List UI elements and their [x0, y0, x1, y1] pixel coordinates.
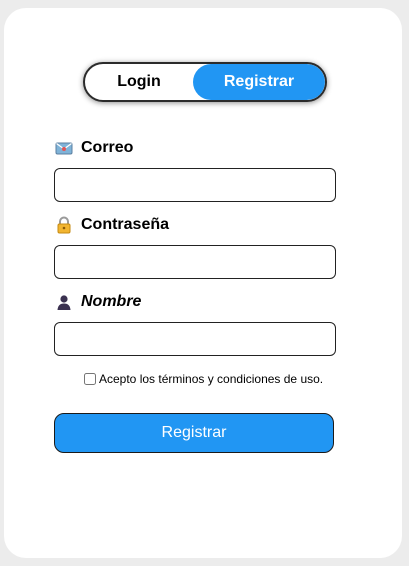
terms-label: Acepto los términos y condiciones de uso…: [99, 372, 324, 386]
register-button[interactable]: Registrar: [54, 413, 334, 453]
user-icon: [55, 293, 73, 311]
envelope-icon: [55, 139, 73, 157]
tab-login[interactable]: Login: [85, 64, 193, 100]
terms-row: Acepto los términos y condiciones de uso…: [84, 372, 323, 386]
name-field[interactable]: [54, 322, 336, 356]
tab-register[interactable]: Registrar: [193, 64, 325, 100]
terms-checkbox[interactable]: [84, 373, 96, 385]
email-field[interactable]: [54, 168, 336, 202]
password-field[interactable]: [54, 245, 336, 279]
password-label-row: Contraseña: [55, 216, 169, 234]
email-label-row: Correo: [55, 139, 133, 157]
password-label: Contraseña: [81, 216, 170, 233]
register-card: Login Registrar Correo Contraseña Nombre…: [4, 8, 402, 558]
name-label: Nombre: [81, 293, 142, 310]
lock-icon: [55, 216, 73, 234]
email-label: Correo: [81, 139, 134, 156]
name-label-row: Nombre: [55, 293, 141, 311]
auth-toggle: Login Registrar: [83, 62, 327, 102]
